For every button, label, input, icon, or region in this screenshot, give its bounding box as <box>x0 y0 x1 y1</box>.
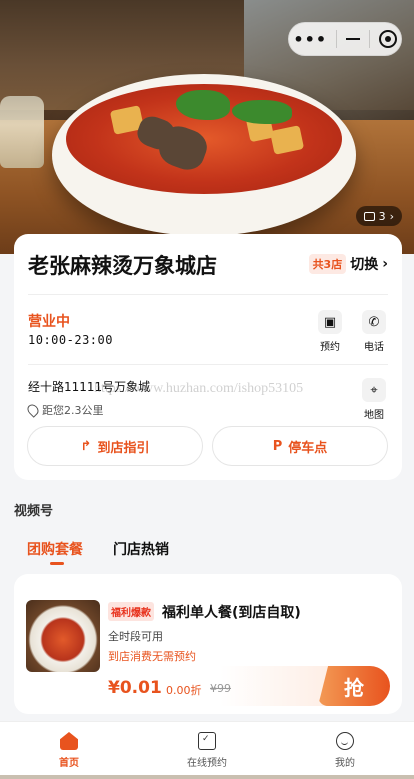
directions-button[interactable]: ↱ 到店指引 <box>27 426 203 466</box>
deal-tag: 福利爆款 <box>108 602 154 621</box>
parking-icon: P <box>272 438 283 454</box>
store-name: 老张麻辣烫万象城店 <box>28 254 217 278</box>
chevron-right-icon: › <box>389 209 394 223</box>
phone-button[interactable]: ✆ 电话 <box>354 310 394 353</box>
switch-store-button[interactable]: 共3店 切换 › <box>308 254 388 274</box>
deal-image <box>26 600 100 672</box>
tab-hot-sellers[interactable]: 门店热销 <box>113 539 169 559</box>
deal-price: ¥0.01 <box>108 678 162 698</box>
reserve-button[interactable]: ▣ 预约 <box>310 310 350 353</box>
walk-icon: ↱ <box>80 438 92 454</box>
close-icon[interactable] <box>378 30 397 48</box>
deal-note: 到店消费无需预约 <box>108 650 196 663</box>
home-indicator-bar <box>0 775 414 779</box>
nav-home[interactable]: 首页 <box>0 722 138 779</box>
store-distance: 距您2.3公里 <box>25 402 104 418</box>
miniprogram-capsule: ••• <box>288 22 402 56</box>
chevron-right-icon: › <box>382 256 388 272</box>
spice-jar <box>0 96 44 168</box>
image-icon <box>363 211 375 221</box>
switch-label: 切换 <box>350 257 379 273</box>
location-pin-icon <box>25 402 41 418</box>
deal-discount: 0.00折 <box>166 684 202 697</box>
calendar-check-icon <box>198 732 216 750</box>
map-button[interactable]: ⌖ 地图 <box>354 378 394 421</box>
home-icon <box>60 732 78 750</box>
minimize-icon[interactable] <box>345 38 360 40</box>
deal-subtitle: 全时段可用 <box>108 630 163 643</box>
active-tab-indicator <box>50 562 64 565</box>
store-info-card: 老张麻辣烫万象城店 共3店 切换 › 营业中 10:00-23:00 ▣ 预约 … <box>14 234 402 480</box>
divider <box>28 364 388 365</box>
video-section-title: 视频号 <box>14 504 54 519</box>
photo-count-badge[interactable]: 3 › <box>355 206 402 226</box>
business-status: 营业中 <box>28 314 70 330</box>
store-count-badge: 共3店 <box>308 254 347 274</box>
smile-icon <box>336 732 354 750</box>
store-hero-image[interactable]: ••• 3 › <box>0 0 414 254</box>
calendar-check-icon: ▣ <box>318 310 342 334</box>
more-icon[interactable]: ••• <box>293 30 327 49</box>
phone-icon: ✆ <box>362 310 386 334</box>
original-price: ¥99 <box>210 682 231 695</box>
map-pin-icon: ⌖ <box>362 378 386 402</box>
parking-button[interactable]: P 停车点 <box>212 426 388 466</box>
nav-profile[interactable]: 我的 <box>276 722 414 779</box>
tab-group-deals[interactable]: 团购套餐 <box>27 539 83 559</box>
deal-card[interactable]: 福利爆款 福利单人餐(到店自取) 全时段可用 到店消费无需预约 ¥0.01 0.… <box>14 574 402 714</box>
divider <box>28 294 388 295</box>
nav-online-booking[interactable]: 在线预约 <box>138 722 276 779</box>
grab-button[interactable]: 抢 <box>318 666 390 706</box>
watermark: https://www.huzhan.com/ishop53105 <box>94 381 304 396</box>
deal-name: 福利单人餐(到店自取) <box>162 605 301 621</box>
bottom-nav: 首页 在线预约 我的 <box>0 721 414 779</box>
business-hours: 10:00-23:00 <box>28 333 113 347</box>
